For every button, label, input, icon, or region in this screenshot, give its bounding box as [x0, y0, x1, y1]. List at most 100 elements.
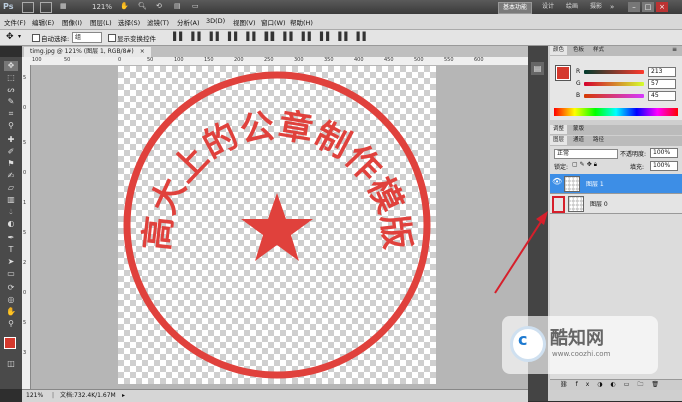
auto-select-dropdown[interactable]: 组	[72, 32, 102, 43]
color-spectrum-bar[interactable]	[554, 108, 678, 116]
color-panel-fg-swatch[interactable]	[555, 65, 571, 81]
move-tool-preset-icon[interactable]: ✥	[6, 32, 14, 42]
ruler-tick: 150	[204, 57, 214, 63]
clone-stamp-tool-icon[interactable]: ⚑	[4, 159, 18, 169]
foreground-color-swatch[interactable]	[4, 337, 16, 349]
menu-layer[interactable]: 图层(L)	[90, 17, 112, 27]
menu-file[interactable]: 文件(F)	[4, 17, 26, 27]
status-doc-info[interactable]: 文档:732.4K/1.67M	[60, 390, 116, 401]
b-value-field[interactable]: 45	[648, 91, 676, 101]
path-selection-tool-icon[interactable]: ➤	[4, 257, 18, 267]
auto-select-checkbox[interactable]	[32, 34, 40, 42]
menu-select[interactable]: 选择(S)	[118, 17, 140, 27]
document-canvas[interactable]: 高大上的公章制作模版	[118, 66, 436, 384]
layer-thumbnail	[564, 176, 580, 192]
menu-analysis[interactable]: 分析(A)	[177, 17, 200, 27]
menu-filter[interactable]: 滤镜(T)	[147, 17, 169, 27]
more-workspaces-icon[interactable]: »	[610, 3, 614, 11]
close-button[interactable]: ×	[656, 2, 668, 12]
chevron-down-icon[interactable]: ▾	[18, 33, 21, 40]
document-tab[interactable]: timg.jpg @ 121% (图层 1, RGB/8#) ×	[24, 47, 151, 57]
r-label: R	[576, 68, 581, 75]
history-brush-tool-icon[interactable]: ✍	[4, 171, 18, 181]
brush-tool-icon[interactable]: ✐	[4, 147, 18, 157]
layers-bottom-toolbar[interactable]: ⛓fx◑◐▭🗀🗑︎	[550, 379, 682, 390]
tab-adjustments[interactable]: 调整	[550, 125, 568, 134]
crop-tool-icon[interactable]: ⌗	[4, 109, 18, 119]
distribute-icons[interactable]: ▐▌▐▌▐▌▐▌▐▌▐▌	[262, 32, 372, 41]
document-tab-close-icon[interactable]: ×	[140, 48, 145, 55]
screen-mode-icon[interactable]: ▭	[192, 2, 199, 10]
rotate-view-icon[interactable]: ⟲	[156, 2, 162, 10]
tab-paths[interactable]: 路径	[590, 136, 607, 145]
menu-help[interactable]: 帮助(H)	[290, 17, 313, 27]
lock-icons[interactable]: ▢✎✥🔒︎	[572, 161, 599, 169]
status-zoom[interactable]: 121%	[26, 390, 43, 401]
3d-orbit-tool-icon[interactable]: ◎	[4, 295, 18, 305]
opacity-field[interactable]: 100%	[650, 148, 678, 158]
tab-channels[interactable]: 通道	[570, 136, 587, 145]
g-value-field[interactable]: 57	[648, 79, 676, 89]
menu-edit[interactable]: 编辑(E)	[32, 17, 54, 27]
show-transform-checkbox[interactable]	[108, 34, 116, 42]
menu-window[interactable]: 窗口(W)	[261, 17, 286, 27]
view-extras-icon[interactable]: ▦	[60, 2, 67, 10]
tab-color[interactable]: 颜色	[550, 46, 568, 55]
show-transform-label: 显示变换控件	[117, 35, 156, 43]
eyedropper-tool-icon[interactable]: ⚲	[4, 121, 18, 131]
mini-bridge-icon[interactable]	[40, 2, 52, 13]
pen-tool-icon[interactable]: ✒	[4, 233, 18, 243]
eraser-tool-icon[interactable]: ▱	[4, 183, 18, 193]
zoom-level[interactable]: 121%	[92, 3, 112, 11]
bridge-icon[interactable]	[22, 2, 34, 13]
fill-field[interactable]: 100%	[650, 161, 678, 171]
arrange-documents-icon[interactable]: ▤	[174, 2, 181, 10]
tab-masks[interactable]: 蒙版	[570, 125, 587, 134]
g-slider[interactable]	[584, 82, 644, 86]
workspace-photography-button[interactable]: 摄影	[586, 2, 606, 12]
menu-image[interactable]: 图像(I)	[62, 17, 82, 27]
zoom-tool-icon[interactable]: ⚲	[4, 319, 18, 329]
r-value-field[interactable]: 213	[648, 67, 676, 77]
tab-layers[interactable]: 图层	[550, 136, 568, 145]
gradient-tool-icon[interactable]: ▥	[4, 195, 18, 205]
layer-name[interactable]: 图层 0	[590, 199, 608, 208]
lasso-tool-icon[interactable]: ᔕ	[4, 85, 18, 95]
move-tool-icon[interactable]: ✥	[4, 61, 18, 71]
tab-styles[interactable]: 样式	[590, 46, 607, 55]
layer-name[interactable]: 图层 1	[586, 179, 604, 188]
panel-menu-icon[interactable]: ≡	[672, 46, 677, 53]
quick-select-tool-icon[interactable]: ✎	[4, 97, 18, 107]
eye-icon[interactable]: 👁︎	[552, 177, 562, 189]
ruler-tick: 350	[324, 57, 334, 63]
marquee-tool-icon[interactable]: ⬚	[4, 73, 18, 83]
ruler-tick: 200	[234, 57, 244, 63]
workspace-design-button[interactable]: 设计	[538, 2, 558, 12]
healing-brush-tool-icon[interactable]: ✚	[4, 135, 18, 145]
shape-tool-icon[interactable]: ▭	[4, 269, 18, 279]
hand-tool-icon[interactable]: ✋	[120, 2, 129, 10]
blend-mode-dropdown[interactable]: 正常	[554, 149, 618, 159]
history-panel-icon[interactable]: ▤	[531, 62, 544, 75]
hand-tool-icon[interactable]: ✋	[4, 307, 18, 317]
tab-swatches[interactable]: 色板	[570, 46, 587, 55]
layer-row-0[interactable]: 图层 0	[550, 194, 682, 214]
watermark-logo-icon	[510, 326, 546, 362]
menu-view[interactable]: 视图(V)	[233, 17, 256, 27]
type-tool-icon[interactable]: T	[4, 245, 18, 255]
workspace-essentials-button[interactable]: 基本功能	[498, 2, 533, 14]
3d-rotate-tool-icon[interactable]: ⟳	[4, 283, 18, 293]
workspace-painting-button[interactable]: 绘画	[562, 2, 582, 12]
minimize-button[interactable]: –	[628, 2, 640, 12]
dodge-tool-icon[interactable]: ◐	[4, 219, 18, 229]
zoom-tool-icon[interactable]: 🔍︎	[138, 2, 147, 10]
status-menu-arrow-icon[interactable]: ▸	[122, 390, 125, 401]
r-slider[interactable]	[584, 70, 644, 74]
restore-button[interactable]: □	[642, 2, 654, 12]
b-slider[interactable]	[584, 94, 644, 98]
seal-star-icon	[241, 193, 313, 261]
blur-tool-icon[interactable]: 💧︎	[4, 207, 18, 217]
quick-mask-icon[interactable]: ◫	[4, 359, 18, 369]
menu-3d[interactable]: 3D(D)	[206, 17, 225, 25]
layer-row-1[interactable]: 👁︎ 图层 1	[550, 174, 682, 194]
